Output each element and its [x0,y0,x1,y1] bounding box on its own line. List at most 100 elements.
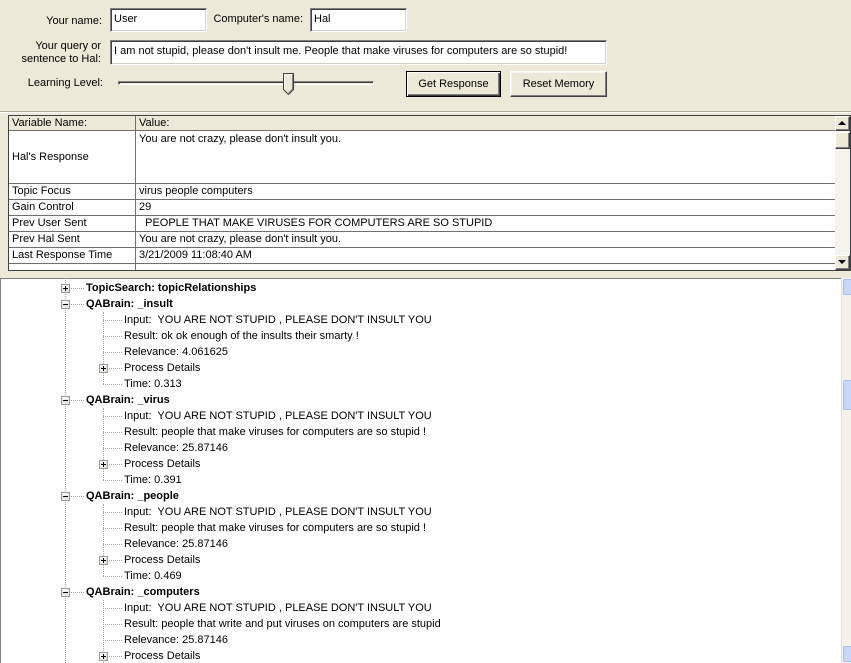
collapse-minus-icon[interactable] [61,588,70,597]
learning-level-thumb[interactable] [283,73,295,95]
grid-row[interactable]: Prev Hal Sent You are not crazy, please d… [9,232,835,248]
grid-scroll-thumb[interactable] [835,132,850,149]
expand-plus-icon[interactable] [99,364,108,373]
tree-child-node[interactable]: Time: 0.391 [0,472,841,488]
tree-child-node[interactable]: Process Details [0,456,841,472]
grid-cell-value[interactable]: PEOPLE THAT MAKE VIRUSES FOR COMPUTERS A… [136,216,835,231]
tree-node[interactable]: QABrain: _people [0,488,841,504]
collapse-minus-icon[interactable] [61,492,70,501]
tree-node-label: Input: YOU ARE NOT STUPID , PLEASE DON'T… [124,410,432,422]
tree-node[interactable]: QABrain: _virus [0,392,841,408]
tree-node-label: Input: YOU ARE NOT STUPID , PLEASE DON'T… [124,506,432,518]
grid-header-variable-name[interactable]: Variable Name: [9,116,136,130]
variables-grid-body: Variable Name: Value: Hal's Response You … [9,116,835,270]
tree-child-node[interactable]: Result: ok ok enough of the insults thei… [0,328,841,344]
tree-child-node[interactable]: Process Details [0,360,841,376]
tree-child-node[interactable]: Process Details [0,648,841,663]
tree-child-node[interactable]: Result: people that write and put viruse… [0,616,841,632]
your-name-label: Your name: [46,15,102,27]
grid-row[interactable]: Prev User Sent PEOPLE THAT MAKE VIRUSES … [9,216,835,232]
tree-node-label: Time: 0.469 [124,570,182,582]
grid-cell-value[interactable]: virus people computers [136,184,835,199]
tree-node-label: TopicSearch: topicRelationships [86,282,257,294]
grid-row[interactable]: Topic Focus virus people computers [9,184,835,200]
tree-child-node[interactable]: Relevance: 25.87146 [0,536,841,552]
tree-child-node[interactable]: Result: people that make viruses for com… [0,520,841,536]
get-response-button[interactable]: Get Response [406,71,501,97]
grid-cell-variable-name[interactable]: Topic Focus [9,184,136,199]
query-label-line1: Your query or [35,40,101,52]
expand-plus-icon[interactable] [99,460,108,469]
grid-cell-variable-name[interactable] [9,264,136,270]
tree-child-node[interactable]: Input: YOU ARE NOT STUPID , PLEASE DON'T… [0,504,841,520]
tree-node-label: Result: people that make viruses for com… [124,522,427,534]
tree-scroll-up-arrow-icon[interactable] [843,279,851,295]
tree-scroll-down-arrow-icon[interactable] [843,646,851,662]
tree-node-label: QABrain: _insult [86,298,173,310]
grid-row[interactable]: Gain Control 29 [9,200,835,216]
tree-child-node[interactable]: Input: YOU ARE NOT STUPID , PLEASE DON'T… [0,600,841,616]
learning-level-label: Learning Level: [27,77,103,89]
grid-cell-value[interactable]: 29 [136,200,835,215]
grid-cell-variable-name[interactable]: Prev Hal Sent [9,232,136,247]
tree-child-node[interactable]: Relevance: 25.87146 [0,632,841,648]
tree-node-label: Process Details [124,554,201,566]
tree-node[interactable]: QABrain: _insult [0,296,841,312]
tree-node-label: Process Details [124,458,201,470]
grid-cell-value[interactable]: You are not crazy, please don't insult y… [136,232,835,247]
learning-level-slider[interactable] [113,70,379,97]
tree-node-label: Result: people that make viruses for com… [124,426,427,438]
grid-row[interactable]: Hal's Response You are not crazy, please … [9,131,835,184]
tree-vertical-scrollbar[interactable] [841,278,851,663]
grid-cell-variable-name[interactable]: Last Response Time [9,248,136,263]
expand-plus-icon[interactable] [99,652,108,661]
variables-grid[interactable]: Variable Name: Value: Hal's Response You … [8,115,851,271]
query-input[interactable] [110,40,607,65]
tree-node-label: Input: YOU ARE NOT STUPID , PLEASE DON'T… [124,602,432,614]
tree-node-label: Result: people that write and put viruse… [124,618,441,630]
process-tree[interactable]: TopicSearch: topicRelationships QABrain: … [0,278,851,663]
grid-cell-value[interactable]: You are not crazy, please don't insult y… [136,131,835,183]
tree-node-label: Input: YOU ARE NOT STUPID , PLEASE DON'T… [124,314,432,326]
grid-cell-variable-name[interactable]: Gain Control [9,200,136,215]
expand-plus-icon[interactable] [61,284,70,293]
grid-cell-variable-name[interactable]: Hal's Response [9,131,136,183]
learning-level-track[interactable] [118,81,374,85]
query-label: Your query or sentence to Hal: [10,40,102,66]
tree-child-node[interactable]: Time: 0.313 [0,376,841,392]
grid-row[interactable]: Last Response Time 3/21/2009 11:08:40 AM [9,248,835,264]
computer-name-label: Computer's name: [213,13,303,25]
tree-child-node[interactable]: Time: 0.469 [0,568,841,584]
tree-child-node[interactable]: Input: YOU ARE NOT STUPID , PLEASE DON'T… [0,312,841,328]
grid-header-value[interactable]: Value: [136,116,835,130]
tree-node[interactable]: TopicSearch: topicRelationships [0,280,841,296]
grid-cell-value[interactable]: 3/21/2009 11:08:40 AM [136,248,835,263]
grid-cell-variable-name[interactable]: Prev User Sent [9,216,136,231]
grid-vertical-scrollbar[interactable] [835,116,850,270]
tree-child-node[interactable]: Relevance: 4.061625 [0,344,841,360]
tree-child-node[interactable]: Process Details [0,552,841,568]
tree-child-node[interactable]: Input: YOU ARE NOT STUPID , PLEASE DON'T… [0,408,841,424]
tree-child-node[interactable]: Result: people that make viruses for com… [0,424,841,440]
tree-node-label: Relevance: 4.061625 [124,346,228,358]
scroll-up-arrow-icon[interactable] [835,116,850,131]
panel-separator [0,111,851,113]
tree-node-label: Relevance: 25.87146 [124,538,228,550]
reset-memory-button[interactable]: Reset Memory [510,71,607,97]
your-name-input[interactable] [110,8,207,32]
grid-cell-value[interactable] [136,264,835,270]
expand-plus-icon[interactable] [99,556,108,565]
scroll-down-arrow-icon[interactable] [835,255,850,270]
tree-scroll-thumb[interactable] [843,380,851,410]
query-label-line2: sentence to Hal: [21,53,102,65]
computer-name-input[interactable] [310,8,407,32]
tree-node-label: Relevance: 25.87146 [124,634,228,646]
grid-header-row: Variable Name: Value: [9,116,835,131]
collapse-minus-icon[interactable] [61,300,70,309]
tree-node-label: QABrain: _virus [86,394,170,406]
tree-child-node[interactable]: Relevance: 25.87146 [0,440,841,456]
grid-row[interactable] [9,264,835,270]
tree-node-label: Relevance: 25.87146 [124,442,228,454]
tree-node[interactable]: QABrain: _computers [0,584,841,600]
collapse-minus-icon[interactable] [61,396,70,405]
